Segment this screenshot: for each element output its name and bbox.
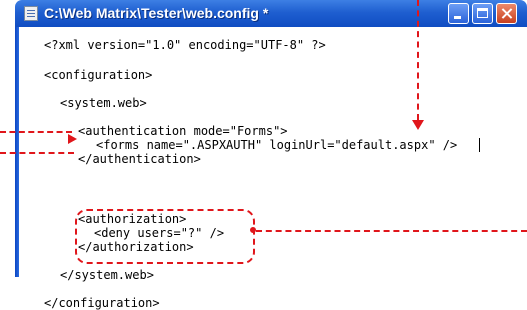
annotation-arrow-right-icon [68,134,77,144]
code-line[interactable]: <configuration> [44,68,152,82]
annotation-arrow-down-icon [412,120,424,130]
code-line[interactable]: <forms name=".ASPXAUTH" loginUrl="defaul… [96,138,457,152]
authorization-highlight [75,209,255,264]
code-line[interactable]: </configuration> [44,296,160,310]
title-bar[interactable]: C:\Web Matrix\Tester\web.config * [15,0,527,27]
code-line[interactable]: </authentication> [78,152,201,166]
code-line[interactable]: </system.web> [60,268,154,282]
maximize-button[interactable] [472,3,493,24]
annotation-line-authorization [256,230,527,232]
minimize-button[interactable] [448,3,469,24]
close-button[interactable] [496,3,517,24]
annotation-line-forms [0,131,72,133]
code-line[interactable]: <authentication mode="Forms"> [78,124,288,138]
code-line[interactable]: <system.web> [60,96,147,110]
annotation-line-vertical [417,0,419,120]
annotation-line-authentication [0,152,74,154]
text-caret [479,138,480,152]
code-line[interactable]: <?xml version="1.0" encoding="UTF-8" ?> [44,38,326,52]
window-title: C:\Web Matrix\Tester\web.config * [44,5,269,21]
config-file-icon [24,6,38,21]
annotation-dot [250,227,256,233]
